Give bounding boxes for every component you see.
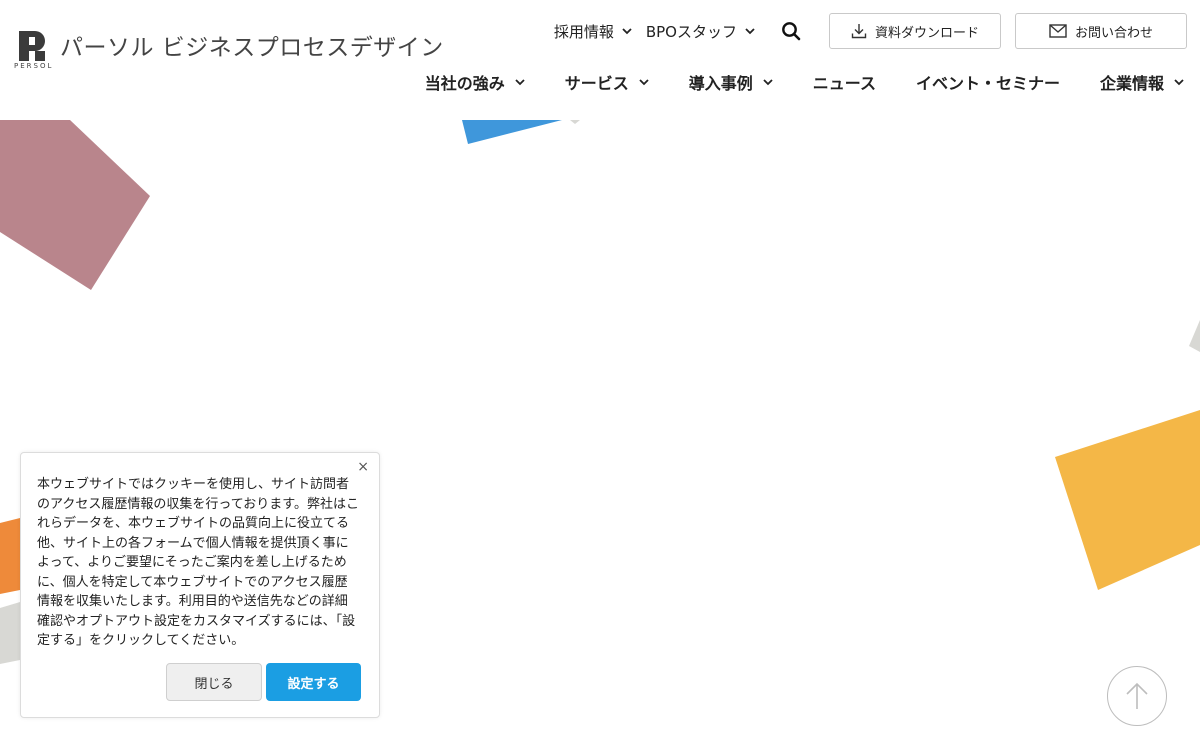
nav-events[interactable]: イベント・セミナー xyxy=(916,70,1060,94)
chevron-down-icon xyxy=(745,27,755,34)
bpo-staff-label: BPOスタッフ xyxy=(645,22,737,41)
persol-logo-mark: PERSOL xyxy=(14,28,54,72)
arrow-up-icon xyxy=(1126,682,1148,709)
nav-news-label: ニュース xyxy=(812,74,876,93)
nav-services-label: サービス xyxy=(564,74,629,93)
cookie-consent-dialog: × 本ウェブサイトではクッキーを使用し、サイト訪問者のアクセス履歴情報の収集を行… xyxy=(20,452,380,718)
bpo-staff-dropdown[interactable]: BPOスタッフ xyxy=(646,21,755,42)
persol-mark-icon xyxy=(19,31,45,61)
nav-company[interactable]: 企業情報 xyxy=(1100,70,1184,94)
search-button[interactable] xyxy=(779,19,803,43)
blue-parallelogram-shape xyxy=(462,120,562,144)
nav-company-label: 企業情報 xyxy=(1099,74,1164,93)
nav-services[interactable]: サービス xyxy=(565,70,649,94)
recruit-label: 採用情報 xyxy=(553,22,614,41)
nav-cases-label: 導入事例 xyxy=(688,74,753,93)
orange-edge-shape xyxy=(0,518,20,594)
cookie-settings-button[interactable]: 設定する xyxy=(266,663,361,701)
cookie-message: 本ウェブサイトではクッキーを使用し、サイト訪問者のアクセス履歴情報の収集を行って… xyxy=(37,477,360,648)
recruit-dropdown[interactable]: 採用情報 xyxy=(554,21,632,42)
contact-button[interactable]: お問い合わせ xyxy=(1015,13,1187,49)
nav-strengths[interactable]: 当社の強み xyxy=(425,70,525,94)
mail-icon xyxy=(1049,24,1067,38)
close-icon[interactable]: × xyxy=(357,460,369,474)
site-header: PERSOL パーソル ビジネスプロセスデザイン 採用情報 BPOスタッフ 資料… xyxy=(0,0,1200,120)
download-icon xyxy=(851,24,867,39)
contact-label: お問い合わせ xyxy=(1074,25,1153,41)
gray-left-shape xyxy=(0,602,20,664)
search-icon xyxy=(782,22,801,41)
nav-news[interactable]: ニュース xyxy=(813,70,876,94)
nav-strengths-label: 当社の強み xyxy=(424,74,505,93)
chevron-down-icon xyxy=(622,27,632,34)
chevron-down-icon xyxy=(1174,78,1184,85)
chevron-down-icon xyxy=(515,78,525,85)
logo-sub-text: PERSOL xyxy=(14,62,54,70)
site-logo[interactable]: PERSOL パーソル ビジネスプロセスデザイン xyxy=(14,28,444,72)
download-materials-button[interactable]: 資料ダウンロード xyxy=(829,13,1001,49)
gray-edge-shape xyxy=(1189,320,1200,352)
back-to-top-button[interactable] xyxy=(1107,666,1167,726)
chevron-down-icon xyxy=(639,78,649,85)
main-nav: 当社の強み サービス 導入事例 ニュース イベント・セミナー 企業情報 xyxy=(385,70,1184,94)
gray-sliver-shape xyxy=(570,120,580,124)
nav-events-label: イベント・セミナー xyxy=(915,74,1060,93)
chevron-down-icon xyxy=(763,78,773,85)
brand-name: パーソル ビジネスプロセスデザイン xyxy=(60,35,444,61)
cookie-close-button[interactable]: 閉じる xyxy=(166,663,262,701)
download-label: 資料ダウンロード xyxy=(874,25,979,41)
yellow-rectangle-shape xyxy=(1055,410,1200,590)
rose-rectangle-shape xyxy=(0,120,150,290)
cookie-actions: 閉じる 設定する xyxy=(166,663,361,701)
utility-nav: 採用情報 BPOスタッフ 資料ダウンロード お問い合わせ xyxy=(554,13,1187,49)
nav-cases[interactable]: 導入事例 xyxy=(689,70,773,94)
